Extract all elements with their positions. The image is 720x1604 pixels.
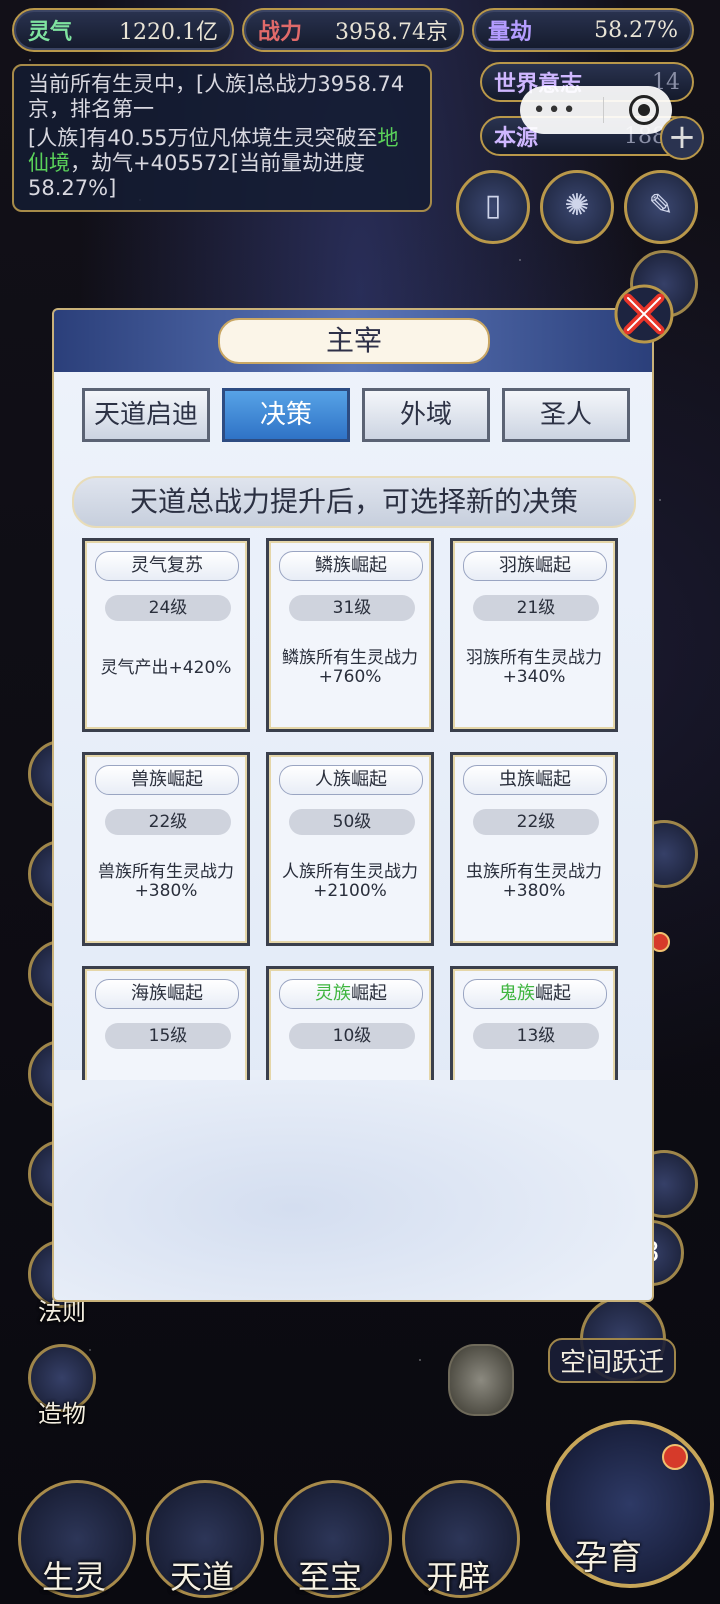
event-line-2-suffix: ，劫气+405572[当前量劫进度58.27%] [28,151,365,200]
tab-waiyu[interactable]: 外域 [362,388,490,442]
card-name: 兽族崛起 [95,765,239,795]
card-name: 鳞族崛起 [279,551,423,581]
zhanli-value: 3958.74京 [335,20,448,45]
card-level: 31级 [289,595,415,621]
nav-shengling-label: 生灵 [41,1558,106,1596]
close-target-icon[interactable] [629,95,660,125]
nav-kaipi-label: 开辟 [425,1558,490,1596]
card-name: 灵族崛起 [279,979,423,1009]
capsule-divider [602,97,604,123]
decision-card[interactable]: 鳞族崛起 31级 鳞族所有生灵战力+760% [266,538,434,732]
scroll-icon[interactable]: ✎ [624,170,698,244]
event-line-1: 当前所有生灵中，[人族]总战力3958.74京，排名第一 [28,72,405,121]
tab-shengren[interactable]: 圣人 [502,388,630,442]
tab-tiandao-qidi[interactable]: 天道启迪 [82,388,210,442]
notification-dot [650,932,670,952]
card-effect: 羽族所有生灵战力+340% [466,648,602,687]
more-icon[interactable]: ••• [533,98,578,123]
decision-card[interactable]: 羽族崛起 21级 羽族所有生灵战力+340% [450,538,618,732]
decision-card[interactable]: 灵气复苏 24级 灵气产出+420% [82,538,250,732]
card-name: 鬼族崛起 [463,979,607,1009]
card-name: 羽族崛起 [463,551,607,581]
card-effect: 虫族所有生灵战力+380% [466,862,602,901]
decision-card[interactable]: 虫族崛起 22级 虫族所有生灵战力+380% [450,752,618,946]
liangjie-label: 量劫 [488,19,533,45]
nav-zhibao-label: 至宝 [297,1558,362,1596]
lingqi-stat[interactable]: 灵气 1220.1亿 [12,8,234,52]
card-name-highlight: 灵族 [315,983,351,1004]
liangjie-value: 58.27% [594,17,678,43]
decision-card[interactable]: 海族崛起 15级 [82,966,250,1080]
card-effect: 兽族所有生灵战力+380% [98,862,234,901]
card-level: 24级 [105,595,231,621]
yunyu-notification-dot [662,1444,688,1470]
miniprogram-capsule: ••• [520,86,672,134]
nav-tiandao-label: 天道 [169,1558,234,1596]
event-log: 当前所有生灵中，[人族]总战力3958.74京，排名第一 [人族]有40.55万… [12,64,432,212]
card-level: 10级 [289,1023,415,1049]
zhanli-stat[interactable]: 战力 3958.74京 [242,8,464,52]
add-benyuan-button[interactable]: + [660,116,704,160]
card-name-rest: 崛起 [351,983,387,1004]
card-effect: 鳞族所有生灵战力+760% [282,648,418,687]
zhuzai-dialog: 主宰 天道启迪 决策 外域 圣人 天道总战力提升后，可选择新的决策 灵气复苏 2… [54,310,652,1300]
dialog-title: 主宰 [218,318,490,364]
event-line-2-prefix: [人族]有40.55万位凡体境生灵突破至 [28,126,378,150]
card-name: 人族崛起 [279,765,423,795]
decision-card[interactable]: 鬼族崛起 13级 [450,966,618,1080]
decision-hint-banner: 天道总战力提升后，可选择新的决策 [72,476,636,528]
swirl-icon[interactable]: ✺ [540,170,614,244]
card-name-rest: 崛起 [535,983,571,1004]
decision-card-grid: 灵气复苏 24级 灵气产出+420% 鳞族崛起 31级 鳞族所有生灵战力+760… [82,538,622,1080]
decision-card[interactable]: 灵族崛起 10级 [266,966,434,1080]
close-icon[interactable] [612,282,676,346]
event-line-2: [人族]有40.55万位凡体境生灵突破至地仙境，劫气+405572[当前量劫进度… [28,126,416,201]
card-name-highlight: 鬼族 [499,983,535,1004]
dialog-header: 主宰 [54,310,652,372]
tab-juece[interactable]: 决策 [222,388,350,442]
lingqi-value: 1220.1亿 [119,20,218,45]
yunyu-label: 孕育 [574,1538,642,1578]
card-effect: 灵气产出+420% [100,658,232,678]
card-name: 虫族崛起 [463,765,607,795]
card-level: 50级 [289,809,415,835]
card-level: 21级 [473,595,599,621]
lingqi-label: 灵气 [28,19,73,45]
decision-card[interactable]: 人族崛起 50级 人族所有生灵战力+2100% [266,752,434,946]
card-level: 22级 [473,809,599,835]
cocoon-icon[interactable] [448,1344,514,1416]
zao-wu-label: 造物 [38,1400,86,1428]
card-level: 13级 [473,1023,599,1049]
kong-jian-label: 空间跃迁 [548,1338,677,1383]
card-level: 22级 [105,809,231,835]
card-name: 海族崛起 [95,979,239,1009]
liangjie-stat[interactable]: 量劫 58.27% [472,8,694,52]
zhanli-label: 战力 [258,19,303,45]
card-name: 灵气复苏 [95,551,239,581]
card-effect: 人族所有生灵战力+2100% [282,862,418,901]
card-level: 15级 [105,1023,231,1049]
card-icon[interactable]: ▯ [456,170,530,244]
decision-card[interactable]: 兽族崛起 22级 兽族所有生灵战力+380% [82,752,250,946]
